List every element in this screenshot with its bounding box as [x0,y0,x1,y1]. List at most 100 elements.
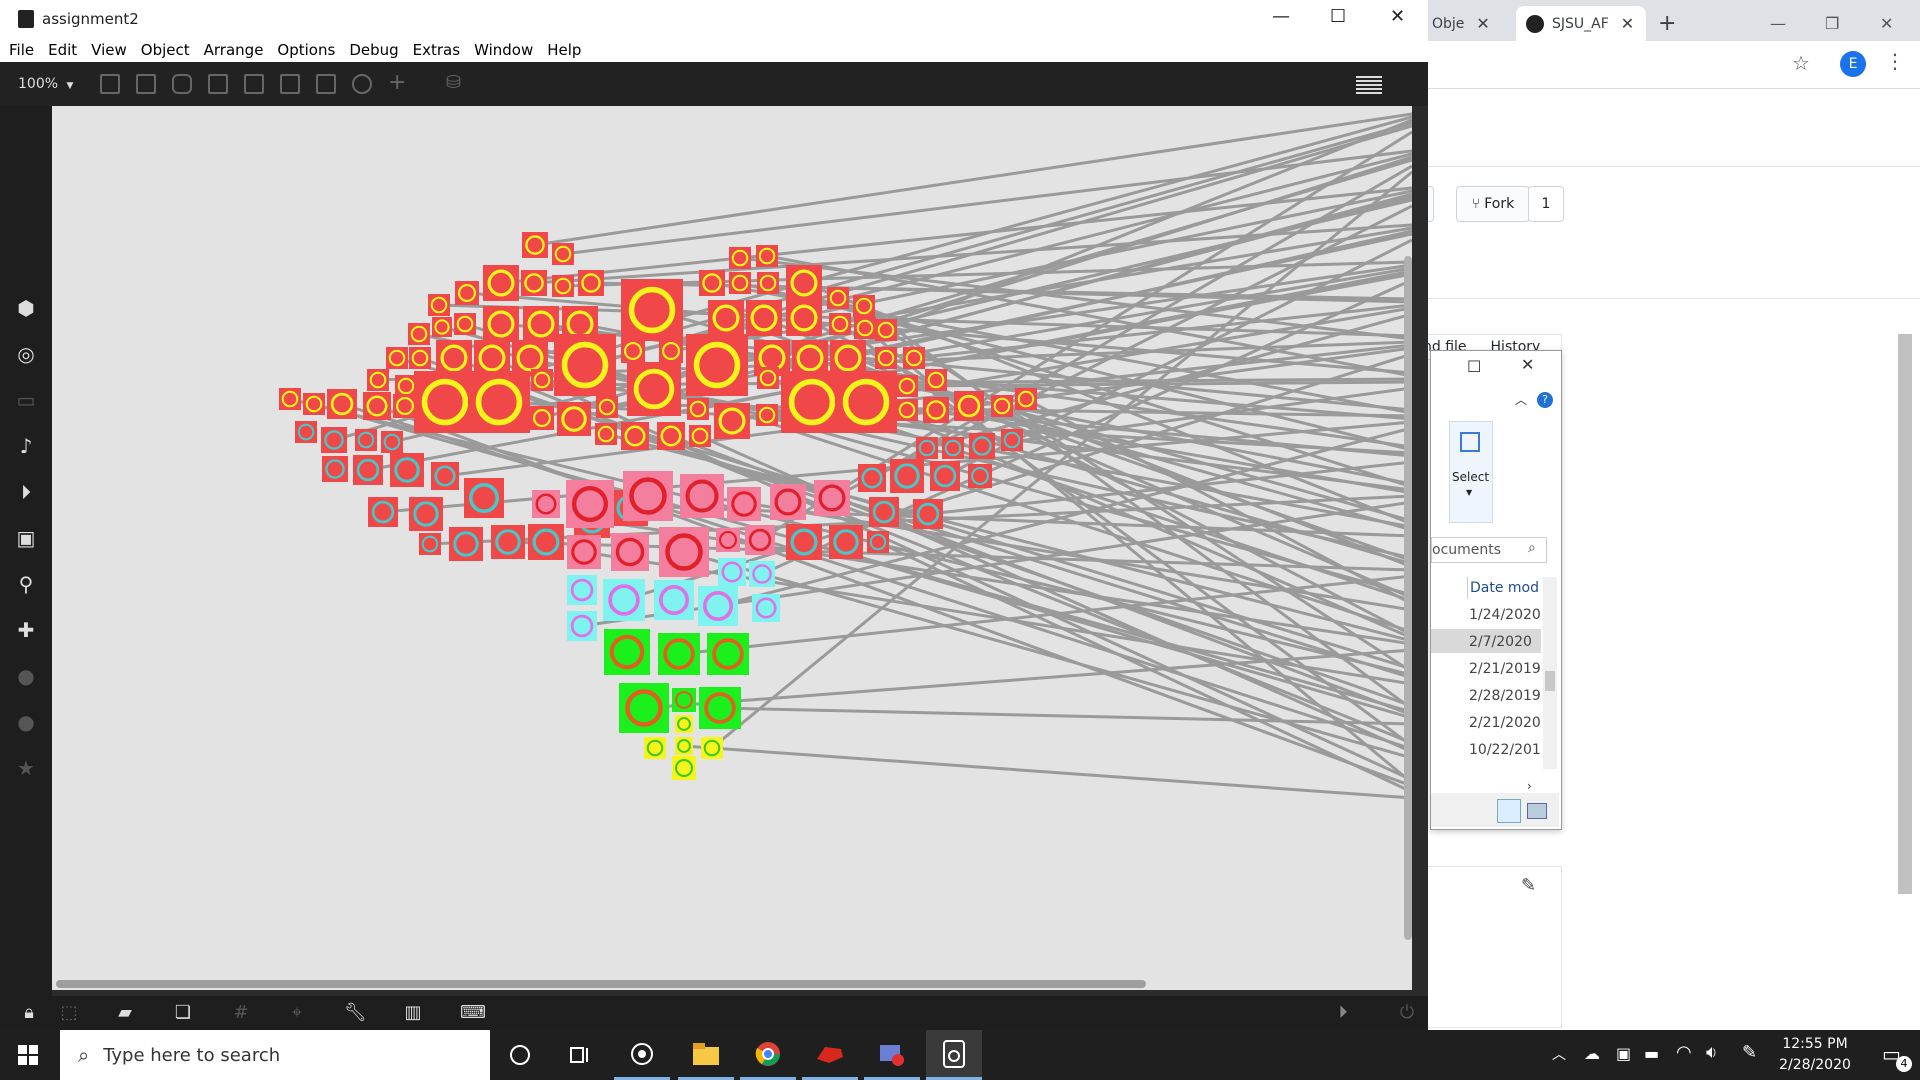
list-item[interactable]: 2/7/2020 [1469,634,1532,650]
keyboard-icon[interactable]: ⌨ [460,1002,486,1024]
fork-button[interactable]: ⑂ Fork [1456,186,1530,222]
search-box[interactable]: ocuments ⌕ [1431,537,1547,563]
dial-icon[interactable] [352,74,372,94]
zoom-dropdown[interactable]: 100% ▼ [18,76,73,92]
new-tab-button[interactable]: + [1658,6,1676,41]
toggle-icon[interactable] [244,74,264,94]
select-button[interactable]: Select ▼ [1449,421,1493,523]
list-item[interactable]: 1/24/2020 [1469,607,1541,623]
slider-icon[interactable] [316,74,336,94]
vertical-scrollbar[interactable] [1404,256,1412,940]
b-icon[interactable]: ● [14,710,38,734]
patch-cord[interactable] [877,540,1412,794]
patch-cord[interactable] [683,550,1412,760]
file-explorer-icon[interactable] [678,1030,734,1080]
browser-scrollbar[interactable] [1898,334,1912,894]
minimize-icon[interactable]: — [1272,6,1290,27]
volume-icon[interactable]: 🔉︎ [1706,1042,1717,1063]
number-icon[interactable] [280,74,300,94]
column-header[interactable]: Date mod [1467,577,1542,599]
list-item[interactable]: 2/28/2019 [1469,688,1541,704]
piano-icon[interactable]: ▥ [402,1002,424,1024]
close-icon[interactable]: ✕ [1521,355,1534,374]
chat-icon[interactable]: ▰ [114,1002,136,1024]
menu-view[interactable]: View [84,41,134,59]
new-object-icon[interactable] [100,74,120,94]
horizontal-scrollbar[interactable] [56,980,1146,988]
maximize-icon[interactable]: ☐ [1467,357,1481,376]
list-item[interactable]: 2/21/2020 [1469,715,1541,731]
patch-cord[interactable] [534,112,1412,247]
explorer-scrollbar[interactable] [1543,577,1557,769]
maximize-icon[interactable]: ☐ [1330,6,1346,27]
task-view-icon[interactable] [552,1030,608,1080]
menu-help[interactable]: Help [540,41,588,59]
search-input[interactable]: ocuments [1432,542,1501,558]
image-icon[interactable]: ▣ [14,526,38,550]
lock-icon[interactable]: 🔒︎ [18,1002,40,1024]
cloud-sync-icon[interactable]: ☁ [1584,1044,1600,1063]
chevron-up-icon[interactable]: ︿ [1515,391,1527,408]
bang-icon[interactable] [208,74,228,94]
list-item[interactable]: 2/21/2019 [1469,661,1541,677]
max-app-icon[interactable] [926,1030,982,1080]
list-item[interactable]: 10/22/201 [1469,742,1541,758]
patch-cord[interactable] [341,402,1412,751]
pen-icon[interactable]: ✎ [1742,1042,1757,1063]
star-icon[interactable]: ★ [14,756,38,780]
menu-debug[interactable]: Debug [342,41,405,59]
avatar[interactable]: E [1840,51,1866,77]
security-icon[interactable]: ▣ [1616,1044,1631,1063]
menu-file[interactable]: File [0,41,41,59]
steam-icon[interactable] [614,1030,670,1080]
menu-edit[interactable]: Edit [41,41,84,59]
presentation-icon[interactable]: ⬚ [58,1002,80,1024]
close-icon[interactable]: ✕ [1880,6,1893,41]
fork-count[interactable]: 1 [1528,186,1564,222]
chevron-up-icon[interactable]: ︿ [1552,1044,1566,1064]
help-icon[interactable]: ? [1537,392,1553,408]
step-forward-icon[interactable]: ⏵ [14,480,38,504]
details-view-icon[interactable] [1497,799,1521,823]
pencil-icon[interactable]: ✎ [1521,875,1536,896]
music-note-icon[interactable]: ♪ [14,434,38,458]
clock-date[interactable]: 2/28/2020 [1770,1057,1860,1073]
power-icon[interactable]: ⏻ [1396,1002,1418,1024]
star-icon[interactable]: ☆ [1792,51,1810,75]
close-icon[interactable]: ✕ [1621,14,1634,33]
grid-icon[interactable]: # [230,1002,252,1024]
browser-tab-2[interactable]: SJSU_AF ✕ [1516,6,1646,41]
windows-start-icon[interactable] [18,1045,38,1065]
restore-icon[interactable]: ❐ [1825,6,1839,41]
comment-icon[interactable] [172,74,192,94]
menu-options[interactable]: Options [270,41,342,59]
menu-arrange[interactable]: Arrange [197,41,271,59]
p-icon[interactable]: ● [14,664,38,688]
patcher-canvas[interactable] [52,106,1412,990]
battery-icon[interactable]: ▬ [1644,1044,1659,1063]
menu-extras[interactable]: Extras [406,41,467,59]
patch-cord[interactable] [683,744,1412,800]
menu-object[interactable]: Object [134,41,197,59]
panel-icon[interactable]: ▭ [14,388,38,412]
play-icon[interactable]: ⏵ [1332,1002,1354,1024]
plus-icon[interactable]: + [388,70,406,95]
snap-icon[interactable]: ⌖ [286,1002,308,1024]
menu-window[interactable]: Window [467,41,540,59]
chevron-right-icon[interactable]: › [1527,779,1532,793]
close-icon[interactable]: ✕ [1476,14,1489,33]
wrench-icon[interactable]: 🔧︎ [344,1002,367,1024]
wifi-icon[interactable]: ◠ [1676,1042,1692,1063]
close-icon[interactable]: ✕ [1390,6,1405,27]
large-icons-view-icon[interactable] [1527,803,1547,819]
game-app-icon[interactable] [802,1030,858,1080]
target-icon[interactable]: ◎ [14,342,38,366]
browser-tab-1[interactable]: Obje ✕ [1432,6,1512,41]
paperclip-icon[interactable]: ⚲ [14,572,38,596]
grid-view-icon[interactable] [1356,74,1382,94]
clock-time[interactable]: 12:55 PM [1770,1036,1860,1052]
new-message-icon[interactable] [136,74,156,94]
cortana-icon[interactable] [492,1030,548,1080]
cube-icon[interactable]: ⬢ [14,296,38,320]
search-input[interactable]: Type here to search [103,1045,280,1066]
